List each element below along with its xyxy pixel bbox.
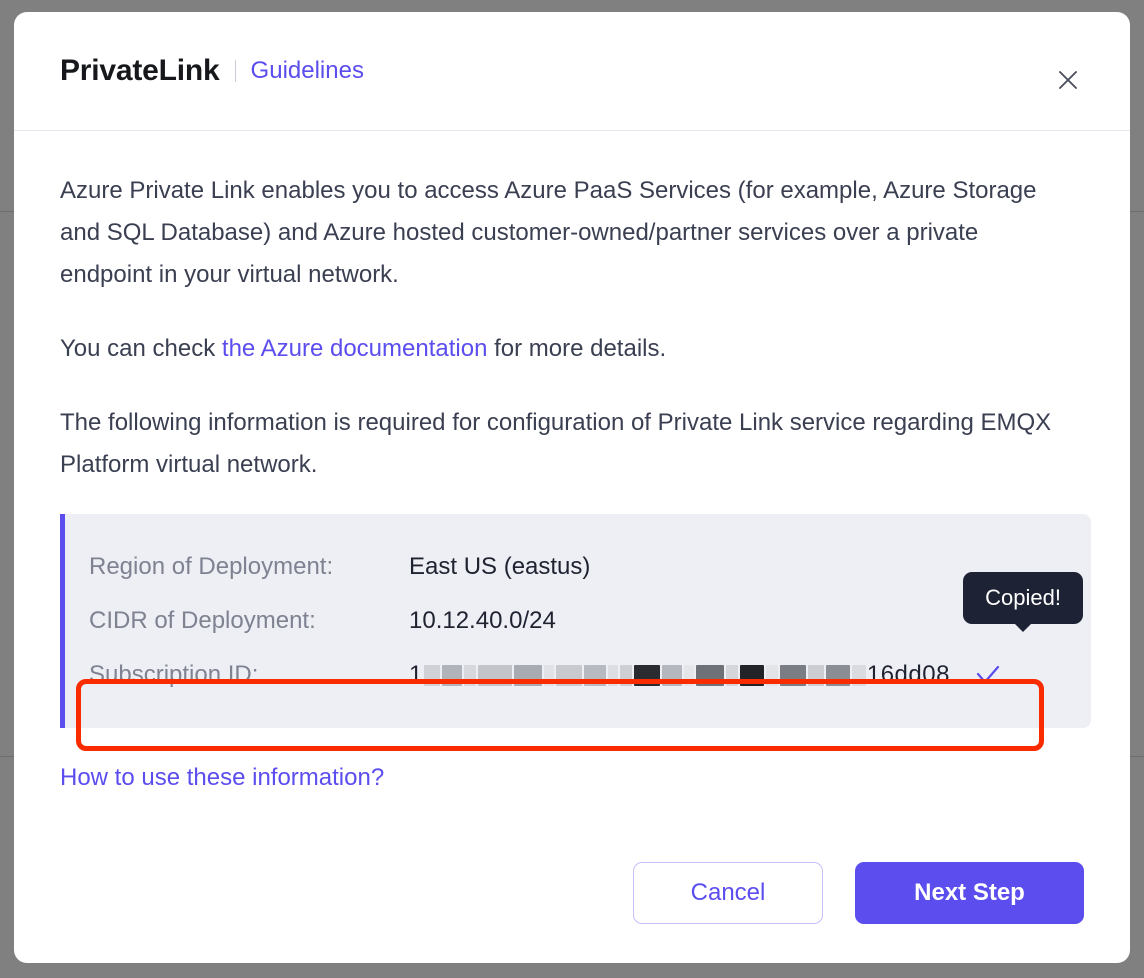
privatelink-modal: PrivateLink Guidelines Azure Private Lin… xyxy=(14,12,1130,963)
info-value-subscription-id: 1 16dd08 xyxy=(409,661,1002,689)
documentation-paragraph: You can check the Azure documentation fo… xyxy=(60,328,1070,370)
redaction-block xyxy=(423,664,440,686)
redaction-block xyxy=(825,664,850,686)
info-label-cidr: CIDR of Deployment: xyxy=(89,607,316,634)
modal-footer: Cancel Next Step xyxy=(633,862,1084,924)
subscription-id-redacted: 1 16dd08 xyxy=(409,661,950,689)
redaction-block xyxy=(555,664,582,686)
redaction-block xyxy=(543,664,554,686)
background-page-line xyxy=(0,756,14,757)
redaction-block xyxy=(683,664,694,686)
redaction-block xyxy=(463,664,476,686)
info-row-subscription-id: Subscription ID: 1 16dd08 xyxy=(65,648,1091,702)
next-step-button[interactable]: Next Step xyxy=(855,862,1084,924)
redaction-block xyxy=(661,664,682,686)
info-value-region: East US (eastus) xyxy=(409,553,591,580)
how-to-use-link[interactable]: How to use these information? xyxy=(60,764,384,792)
background-page-line xyxy=(1130,756,1144,757)
redaction-block xyxy=(619,664,632,686)
azure-documentation-link[interactable]: the Azure documentation xyxy=(222,335,488,362)
redaction-block xyxy=(477,664,512,686)
doc-paragraph-prefix: You can check xyxy=(60,335,222,362)
check-icon[interactable] xyxy=(974,661,1002,689)
copied-tooltip: Copied! xyxy=(963,572,1083,632)
info-label-subscription-id: Subscription ID: xyxy=(89,661,259,688)
redaction-block xyxy=(739,664,764,686)
info-row-region: Region of Deployment: East US (eastus) xyxy=(65,540,1091,594)
modal-header: PrivateLink Guidelines xyxy=(14,12,1130,131)
redaction-block xyxy=(725,664,738,686)
redaction-block xyxy=(633,664,660,686)
title-divider xyxy=(234,60,236,82)
background-page-line xyxy=(0,211,14,212)
doc-paragraph-suffix: for more details. xyxy=(487,335,667,362)
background-page-line xyxy=(1130,211,1144,212)
cancel-button[interactable]: Cancel xyxy=(633,862,823,924)
modal-title-group: PrivateLink Guidelines xyxy=(60,54,364,88)
guidelines-link[interactable]: Guidelines xyxy=(251,57,364,85)
modal-body: Azure Private Link enables you to access… xyxy=(14,131,1130,792)
intro-paragraph: Azure Private Link enables you to access… xyxy=(60,177,1037,288)
deployment-info-box: Copied! Region of Deployment: East US (e… xyxy=(60,514,1091,728)
info-row-cidr: CIDR of Deployment: 10.12.40.0/24 xyxy=(65,594,1091,648)
redaction-block xyxy=(851,664,866,686)
page-title: PrivateLink xyxy=(60,54,220,87)
subscription-id-suffix: 16dd08 xyxy=(866,661,950,688)
redaction-block xyxy=(779,664,806,686)
redaction-block xyxy=(807,664,824,686)
info-value-cidr: 10.12.40.0/24 xyxy=(409,607,556,634)
close-icon xyxy=(1056,68,1080,92)
redaction-block xyxy=(583,664,606,686)
redaction-block xyxy=(441,664,462,686)
requirements-paragraph: The following information is required fo… xyxy=(60,409,1052,478)
redaction-block xyxy=(695,664,724,686)
redaction-block xyxy=(765,664,778,686)
close-button[interactable] xyxy=(1050,62,1086,98)
redaction-block xyxy=(607,664,618,686)
redaction-block xyxy=(513,664,542,686)
subscription-id-prefix: 1 xyxy=(409,661,423,688)
info-label-region: Region of Deployment: xyxy=(89,553,334,580)
